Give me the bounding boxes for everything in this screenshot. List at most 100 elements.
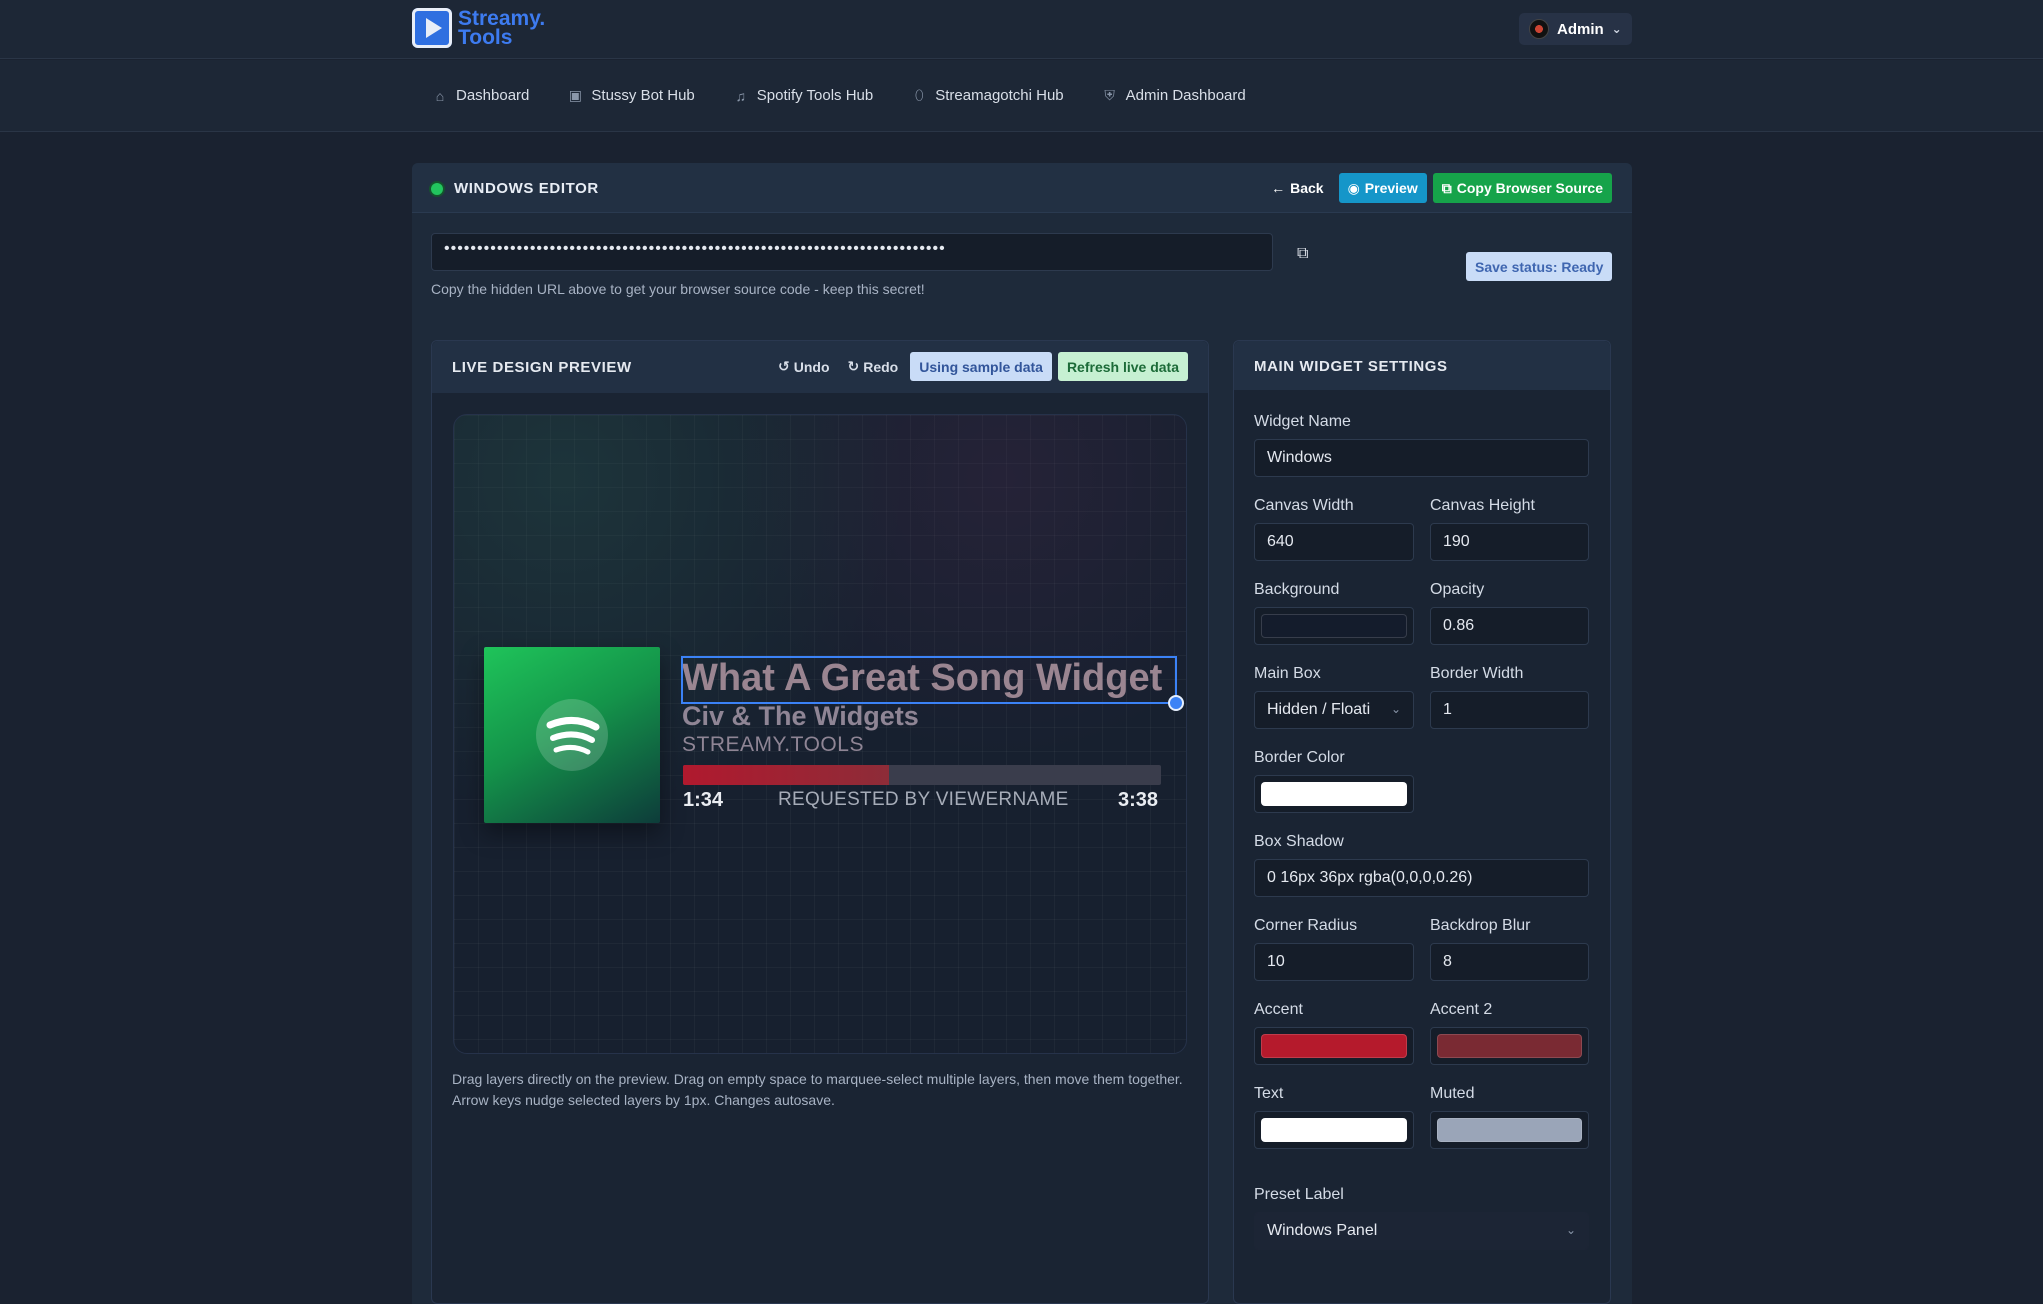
nav-item-label: Streamagotchi Hub (935, 87, 1064, 104)
preview-button[interactable]: ◉ Preview (1338, 173, 1427, 203)
arrow-left-icon: ← (1271, 180, 1286, 196)
music-note-icon: ♫ (735, 87, 747, 104)
sample-data-toggle[interactable]: Using sample data (910, 352, 1052, 381)
design-canvas[interactable]: What A Great Song Widget Civ & The Widge… (453, 414, 1187, 1054)
user-name: Admin (1557, 20, 1604, 38)
back-label: Back (1290, 180, 1324, 196)
undo-icon: ↺ (778, 358, 790, 374)
accent2-swatch (1437, 1034, 1582, 1058)
logo-text-line2: Tools (458, 26, 513, 49)
opacity-input[interactable]: 0.86 (1430, 607, 1589, 645)
shield-icon: ⛨ (1104, 87, 1115, 103)
nav-item-admin-dashboard[interactable]: ⛨ Admin Dashboard (1102, 87, 1246, 104)
preview-title: LIVE DESIGN PREVIEW (452, 359, 632, 376)
accent-label: Accent (1254, 1001, 1303, 1018)
refresh-live-data-button[interactable]: Refresh live data (1057, 352, 1188, 381)
progress-bar[interactable] (683, 765, 1161, 785)
border-color-swatch (1261, 782, 1407, 806)
canvas-height-input[interactable]: 190 (1430, 523, 1589, 561)
spotify-icon (536, 699, 608, 771)
progress-fill (683, 765, 889, 785)
back-button[interactable]: ← Back (1262, 173, 1332, 203)
status-dot-icon (431, 183, 443, 195)
muted-color-picker[interactable] (1430, 1111, 1589, 1149)
main-widget-settings-card: MAIN WIDGET SETTINGS Widget Name Windows… (1233, 340, 1611, 1304)
accent2-label: Accent 2 (1430, 1001, 1493, 1018)
border-width-input[interactable]: 1 (1430, 691, 1589, 729)
artist-layer[interactable]: Civ & The Widgets (682, 701, 919, 732)
egg-icon: ⬯ (914, 87, 924, 103)
chevron-down-icon: ⌄ (1390, 702, 1401, 716)
hidden-url-field[interactable]: ••••••••••••••••••••••••••••••••••••••••… (431, 233, 1273, 271)
nav-item-label: Stussy Bot Hub (591, 87, 695, 104)
settings-header: MAIN WIDGET SETTINGS (1234, 341, 1610, 390)
canvas-height-label: Canvas Height (1430, 497, 1535, 514)
home-icon: ⌂ (435, 87, 445, 104)
undo-label: Undo (793, 358, 830, 375)
chevron-down-icon: ⌄ (1611, 22, 1622, 36)
widget-name-label: Widget Name (1254, 413, 1351, 430)
editor-title: WINDOWS EDITOR (454, 180, 599, 197)
requested-by-layer[interactable]: REQUESTED BY VIEWERNAME (778, 789, 1069, 811)
preset-label-label: Preset Label (1254, 1186, 1344, 1203)
nav-item-spotify-tools-hub[interactable]: ♫ Spotify Tools Hub (733, 87, 874, 104)
preset-label-value: Windows Panel (1267, 1222, 1378, 1239)
muted-color-swatch (1437, 1118, 1582, 1142)
accent-color-picker[interactable] (1254, 1027, 1414, 1065)
main-nav: ⌂ Dashboard ▣ Stussy Bot Hub ♫ Spotify T… (0, 60, 2043, 132)
elapsed-time-layer[interactable]: 1:34 (683, 789, 723, 812)
copy-url-icon[interactable]: ⧉ (1297, 245, 1308, 263)
play-logo-icon (412, 8, 452, 48)
text-color-label: Text (1254, 1085, 1284, 1102)
preset-label-select[interactable]: Windows Panel ⌄ (1254, 1212, 1589, 1250)
live-preview-card: LIVE DESIGN PREVIEW ↺ Undo ↻ Redo Using … (431, 340, 1209, 1304)
main-box-label: Main Box (1254, 665, 1321, 682)
muted-color-label: Muted (1430, 1085, 1475, 1102)
redo-button[interactable]: ↻ Redo (842, 352, 905, 381)
copy-source-label: Copy Browser Source (1456, 180, 1603, 196)
resize-handle[interactable] (1168, 695, 1184, 711)
nav-item-label: Admin Dashboard (1125, 87, 1246, 104)
editor-header: WINDOWS EDITOR ← Back ◉ Preview ⧉ Copy B… (412, 163, 1632, 213)
top-bar: Streamy. Tools Admin ⌄ (0, 0, 2043, 59)
accent-swatch (1261, 1034, 1407, 1058)
selection-box (681, 656, 1177, 704)
url-hint: Copy the hidden URL above to get your br… (431, 281, 925, 297)
backdrop-blur-input[interactable]: 8 (1430, 943, 1589, 981)
album-art[interactable] (484, 647, 660, 823)
redo-icon: ↻ (847, 358, 860, 374)
redo-label: Redo (863, 358, 899, 375)
settings-title: MAIN WIDGET SETTINGS (1254, 358, 1448, 375)
chevron-down-icon: ⌄ (1565, 1223, 1576, 1237)
border-color-label: Border Color (1254, 749, 1345, 766)
nav-item-streamagotchi-hub[interactable]: ⬯ Streamagotchi Hub (911, 87, 1064, 104)
text-color-swatch (1261, 1118, 1407, 1142)
opacity-label: Opacity (1430, 581, 1485, 598)
background-color-picker[interactable] (1254, 607, 1414, 645)
border-color-picker[interactable] (1254, 775, 1414, 813)
border-width-label: Border Width (1430, 665, 1524, 682)
editor-panel: WINDOWS EDITOR ← Back ◉ Preview ⧉ Copy B… (412, 163, 1632, 1304)
user-menu-button[interactable]: Admin ⌄ (1519, 13, 1632, 45)
copy-icon: ⧉ (1441, 179, 1452, 196)
background-label: Background (1254, 581, 1340, 598)
widget-name-input[interactable]: Windows (1254, 439, 1589, 477)
preview-header: LIVE DESIGN PREVIEW ↺ Undo ↻ Redo Using … (432, 341, 1208, 393)
nav-item-dashboard[interactable]: ⌂ Dashboard (432, 87, 530, 104)
main-box-select[interactable]: Hidden / Floati ⌄ (1254, 691, 1414, 729)
text-color-picker[interactable] (1254, 1111, 1414, 1149)
save-status-badge: Save status: Ready (1466, 252, 1613, 281)
duration-layer[interactable]: 3:38 (1118, 789, 1158, 812)
robot-icon: ▣ (568, 87, 582, 103)
source-layer[interactable]: STREAMY.TOOLS (682, 733, 864, 757)
avatar (1529, 19, 1549, 39)
copy-browser-source-button[interactable]: ⧉ Copy Browser Source (1432, 173, 1612, 203)
corner-radius-input[interactable]: 10 (1254, 943, 1414, 981)
streamy-tools-logo[interactable]: Streamy. Tools (412, 8, 545, 48)
canvas-width-input[interactable]: 640 (1254, 523, 1414, 561)
background-swatch (1261, 614, 1407, 638)
accent2-color-picker[interactable] (1430, 1027, 1589, 1065)
undo-button[interactable]: ↺ Undo (772, 352, 836, 381)
box-shadow-input[interactable]: 0 16px 36px rgba(0,0,0,0.26) (1254, 859, 1589, 897)
nav-item-stussy-bot-hub[interactable]: ▣ Stussy Bot Hub (567, 87, 695, 104)
